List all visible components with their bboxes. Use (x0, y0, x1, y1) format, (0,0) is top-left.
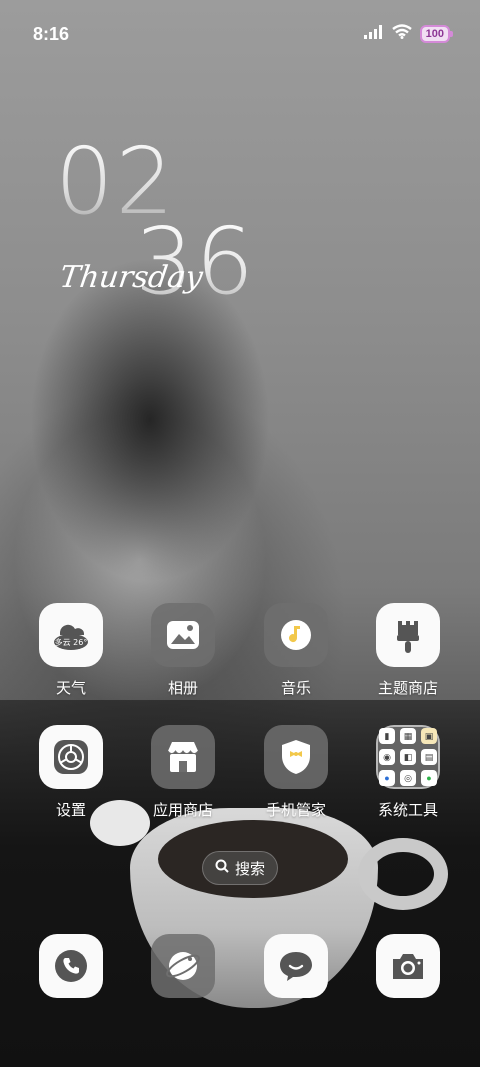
folder-mini-icon: ▤ (421, 749, 437, 765)
status-bar: 8:16 100 (0, 0, 480, 68)
weather-icon-text: 多云 26° (55, 637, 88, 647)
theme-store-icon (376, 603, 440, 667)
settings-icon (39, 725, 103, 789)
dock-camera[interactable] (358, 934, 458, 998)
app-label-system-tools: 系统工具 (377, 802, 438, 819)
search-icon (215, 859, 229, 878)
wallpaper-cup-handle (358, 838, 448, 910)
folder-mini-icon: ▣ (421, 728, 437, 744)
status-time: 8:16 (33, 24, 70, 44)
dock-messages[interactable] (246, 934, 346, 998)
dock-browser[interactable] (133, 934, 233, 998)
folder-mini-icon: ● (421, 770, 437, 786)
app-label-weather: 天气 (55, 680, 86, 697)
messages-icon (264, 934, 328, 998)
system-tools-folder-icon: ▮ ▦ ▣ ◉ ◧ ▤ ● ◎ ● (376, 725, 440, 789)
app-label-gallery: 相册 (167, 680, 198, 697)
phone-icon (39, 934, 103, 998)
folder-mini-icon: ◧ (400, 749, 416, 765)
folder-preview-grid: ▮ ▦ ▣ ◉ ◧ ▤ ● ◎ ● (379, 728, 437, 786)
app-label-phone-manager: 手机管家 (265, 802, 326, 819)
wifi-icon (391, 24, 412, 44)
folder-mini-icon: ▦ (400, 728, 416, 744)
folder-mini-icon: ◎ (400, 770, 416, 786)
app-label-music: 音乐 (280, 680, 311, 697)
weather-icon: 多云 26° (39, 603, 103, 667)
folder-mini-icon: ▮ (379, 728, 395, 744)
phone-manager-icon (264, 725, 328, 789)
signal-icon (363, 24, 384, 44)
app-label-theme-store: 主题商店 (377, 680, 438, 697)
battery-indicator: 100 (419, 25, 454, 43)
app-phone-manager[interactable]: 手机管家 (246, 725, 346, 820)
folder-mini-icon: ● (379, 770, 395, 786)
app-settings[interactable]: 设置 (21, 725, 121, 820)
app-system-tools-folder[interactable]: ▮ ▦ ▣ ◉ ◧ ▤ ● ◎ ● 系统工具 (358, 725, 458, 820)
status-icons: 100 (363, 24, 454, 44)
gallery-icon (151, 603, 215, 667)
app-weather[interactable]: 多云 26° 天气 (21, 603, 121, 698)
dock-phone[interactable] (21, 934, 121, 998)
browser-icon (151, 934, 215, 998)
app-app-store[interactable]: 应用商店 (133, 725, 233, 820)
search-button[interactable]: 搜索 (202, 851, 278, 885)
camera-icon (376, 934, 440, 998)
search-label: 搜索 (234, 860, 265, 878)
app-music[interactable]: 音乐 (246, 603, 346, 698)
app-store-icon (151, 725, 215, 789)
clock-weekday: Thursday (57, 260, 205, 295)
app-theme-store[interactable]: 主题商店 (358, 603, 458, 698)
music-icon (264, 603, 328, 667)
app-label-settings: 设置 (55, 802, 86, 819)
app-label-app-store: 应用商店 (152, 802, 213, 819)
app-gallery[interactable]: 相册 (133, 603, 233, 698)
folder-mini-icon: ◉ (379, 749, 395, 765)
